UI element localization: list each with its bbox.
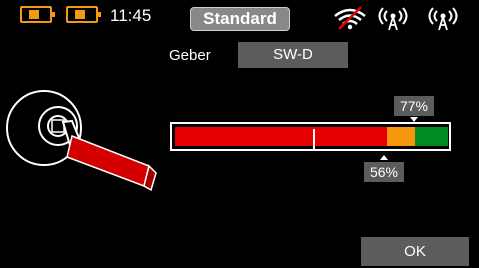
ok-button[interactable]: OK — [361, 237, 469, 266]
antenna-icon — [378, 7, 408, 31]
antenna-icon — [428, 7, 458, 31]
geber-label: Geber — [169, 47, 211, 64]
position-bar — [170, 122, 451, 151]
lower-marker-arrow-icon — [380, 155, 388, 160]
bar-segment-green — [415, 127, 448, 146]
screen: 11:45 Standard Geber SW-D 77% 56% OK — [0, 0, 479, 268]
wifi-icon — [334, 6, 366, 30]
upper-marker-arrow-icon — [410, 117, 418, 122]
battery-icon — [20, 6, 55, 23]
geber-select-button[interactable]: SW-D — [238, 42, 348, 68]
clock: 11:45 — [110, 6, 152, 25]
lower-marker-value: 56% — [364, 162, 404, 182]
switch-lever-icon — [6, 90, 157, 192]
bar-segment-red — [175, 127, 387, 146]
bar-segment-orange — [387, 127, 415, 146]
page-title[interactable]: Standard — [190, 7, 290, 31]
bar-center-line — [313, 129, 315, 150]
upper-marker-value: 77% — [394, 96, 434, 116]
battery-icon — [66, 6, 101, 23]
